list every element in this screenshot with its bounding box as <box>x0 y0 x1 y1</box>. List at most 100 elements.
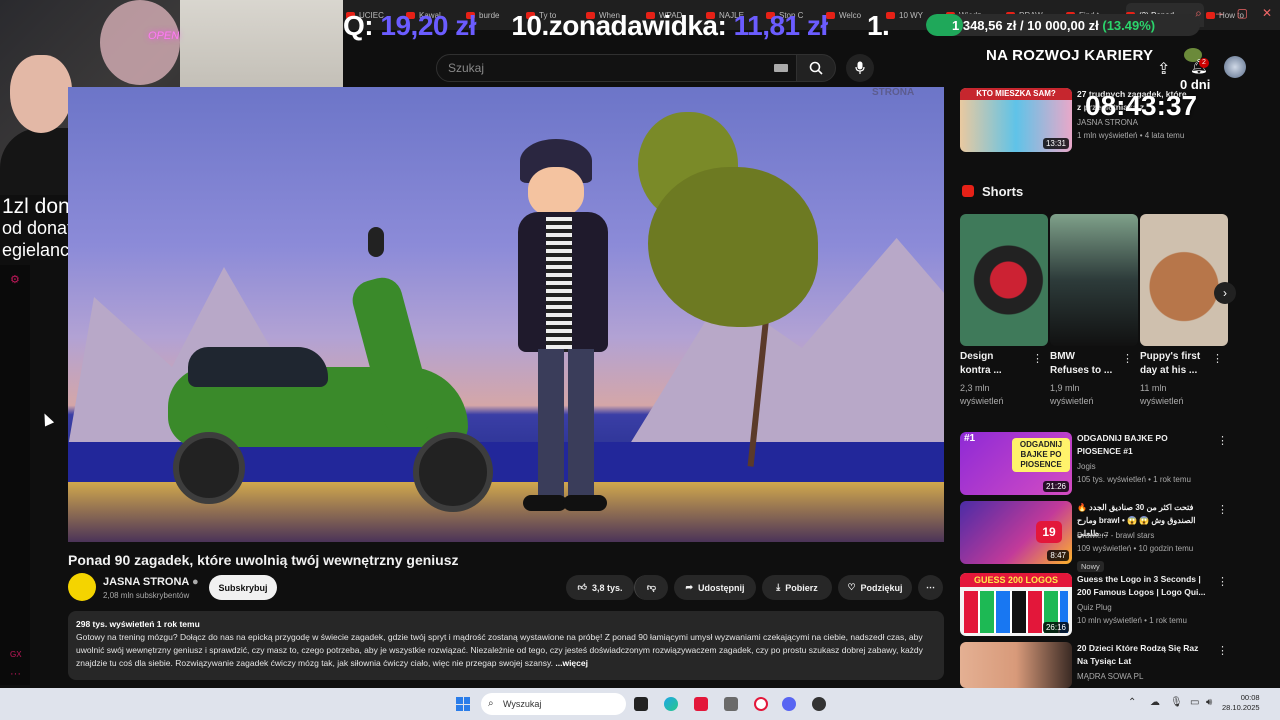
video-menu-icon-1[interactable]: ⋮ <box>1217 434 1228 447</box>
scooter-mirror <box>368 227 384 257</box>
person-leg-left <box>538 349 564 499</box>
duration: 21:26 <box>1042 481 1069 492</box>
video-menu-icon-4[interactable]: ⋮ <box>1217 644 1228 657</box>
ticker-value-2: 11,81 zł <box>733 10 829 41</box>
sidebar-title-1[interactable]: ODGADNIJ BAJKE PO PIOSENCE #1 <box>1077 432 1207 458</box>
taskbar-clock[interactable]: 00:08 28.10.2025 <box>1222 693 1260 713</box>
short-menu-icon-0[interactable]: ⋮ <box>1032 352 1043 365</box>
short-views-1: 1,9 mln wyświetleń <box>1050 383 1094 406</box>
share-label: Udostępnij <box>698 582 745 593</box>
donation-ticker: Q: 19,20 zł 10.zonadawidka: 11,81 zł 1. <box>343 10 890 42</box>
more-actions-button[interactable]: ⋯ <box>918 575 943 600</box>
sidebar-title-3[interactable]: Guess the Logo in 3 Seconds | 200 Famous… <box>1077 573 1207 599</box>
task-view-icon[interactable] <box>634 697 648 711</box>
sidebar-channel-1: Jogis <box>1077 462 1096 471</box>
sidebar-meta-1: 105 tys. wyświetleń • 1 rok temu <box>1077 475 1191 484</box>
thanks-button[interactable]: ♡ Podziękuj <box>838 575 912 600</box>
short-thumb-0[interactable] <box>960 214 1048 346</box>
person-head <box>528 167 584 217</box>
short-title-2[interactable]: Puppy's first day at his ... <box>1140 350 1206 378</box>
thumbs-up-icon: 👍︎ <box>577 582 587 592</box>
download-icon: ⤓ <box>776 582 781 592</box>
search-icon: ⌕ <box>488 698 494 709</box>
account-avatar[interactable] <box>1224 56 1246 78</box>
goal-amount: 1 348,56 zł / 10 000,00 zł <box>952 18 1099 33</box>
show-more-link[interactable]: ...więcej <box>555 658 588 668</box>
thumb-label: KTO MIESZKA SAM? <box>960 88 1072 100</box>
sidebar-thumb-3[interactable]: GUESS 200 LOGOS 26:16 <box>960 573 1072 636</box>
subscribe-button[interactable]: Subskrybuj <box>209 575 277 600</box>
tray-chevron-icon[interactable]: ⌃ <box>1128 697 1136 708</box>
maximize-icon[interactable]: ▢ <box>1237 6 1248 21</box>
thanks-icon: ♡ <box>847 582 856 592</box>
cloud-icon[interactable]: ☁ <box>1150 697 1160 708</box>
sidebar-thumb-1[interactable]: #1 ODGADNIJ BAJKE PO PIOSENCE 21:26 <box>960 432 1072 495</box>
tab-label: 10 WY <box>899 10 924 20</box>
sidebar-meta-0: 1 mln wyświetleń • 4 lata temu <box>1077 131 1185 140</box>
taskbar-time: 00:08 <box>1240 693 1260 702</box>
video-player[interactable]: STRONA <box>68 87 944 542</box>
goal-percent: (13.49%) <box>1102 18 1156 33</box>
sidebar-thumb-4[interactable] <box>960 642 1072 688</box>
channel-name-text[interactable]: JASNA STRONA <box>103 576 189 588</box>
display-icon[interactable]: ▭ <box>1190 697 1199 708</box>
short-menu-icon-2[interactable]: ⋮ <box>1212 352 1223 365</box>
views-date: 298 tys. wyświetleń 1 rok temu <box>76 619 200 629</box>
volume-icon[interactable]: 🔊︎ <box>1206 697 1212 708</box>
minimize-icon[interactable]: – <box>1216 6 1223 21</box>
download-button[interactable]: ⤓ Pobierz <box>762 575 832 600</box>
like-button[interactable]: 👍︎ 3,8 tys. <box>566 575 634 600</box>
short-thumb-2[interactable] <box>1140 214 1228 346</box>
chevron-right-icon[interactable]: › <box>1214 282 1236 304</box>
more-icon: ⋯ <box>926 582 935 592</box>
sidebar-badge-wrap: Nowy <box>1077 556 1104 574</box>
short-views-0: 2,3 mln wyświetleń <box>960 383 1004 406</box>
share-button[interactable]: ➦ Udostępnij <box>674 575 756 600</box>
dislike-button[interactable]: 👎︎ <box>634 575 668 600</box>
edge-icon[interactable] <box>664 697 678 711</box>
channel-name[interactable]: JASNA STRONA ● <box>103 576 199 588</box>
neon-sign: OPEN <box>148 30 180 42</box>
ticker-value-1: 19,20 zł <box>380 10 477 41</box>
ticker-prefix: Q: <box>343 10 381 41</box>
discord-icon[interactable] <box>782 697 796 711</box>
opera-icon[interactable] <box>754 697 768 711</box>
search-input[interactable] <box>436 54 798 82</box>
channel-avatar[interactable] <box>68 573 96 601</box>
gear-icon[interactable]: ⚙ <box>10 273 20 286</box>
sidebar-thumb-0[interactable]: KTO MIESZKA SAM? 13:31 <box>960 88 1072 152</box>
mic-tray-icon[interactable]: 🎙︎ <box>1170 697 1183 708</box>
verified-icon: ● <box>192 576 199 588</box>
short-thumb-1[interactable] <box>1050 214 1138 346</box>
person-shoe-left <box>523 495 567 511</box>
taskbar-search-label: Wyszukaj <box>503 699 542 709</box>
short-title-0[interactable]: Design kontra ... <box>960 350 1026 378</box>
youtube-icon[interactable] <box>694 697 708 711</box>
tree-crown-bottom <box>648 167 818 327</box>
more-icon[interactable]: ··· <box>10 668 21 680</box>
description-box[interactable]: 298 tys. wyświetleń 1 rok temu Gotowy na… <box>68 611 944 680</box>
person-shoe-right <box>563 495 607 511</box>
sidebar-channel-2: Brawler7 - brawl stars <box>1077 531 1155 540</box>
career-banner: NA ROZWOJ KARIERY <box>986 47 1154 64</box>
sidebar-title-4[interactable]: 20 Dzieci Które Rodzą Się Raz Na Tysiąc … <box>1077 642 1207 668</box>
video-menu-icon-3[interactable]: ⋮ <box>1217 575 1228 588</box>
voice-search-button[interactable] <box>846 54 874 82</box>
search-button[interactable] <box>796 54 836 82</box>
left-gutter <box>0 265 30 685</box>
snipping-tool-icon[interactable] <box>724 697 738 711</box>
ticker-label: 10.zonadawidka: <box>511 10 734 41</box>
sidebar-thumb-2[interactable]: 19 8:47 <box>960 501 1072 564</box>
video-menu-icon-2[interactable]: ⋮ <box>1217 503 1228 516</box>
keyboard-icon[interactable] <box>774 64 788 72</box>
scooter-rear-wheel <box>173 432 245 504</box>
thumb-label: 19 <box>1036 521 1062 543</box>
stream-clock: 08:43:37 <box>1085 90 1198 121</box>
upload-icon[interactable]: ⇪ <box>1157 59 1170 79</box>
windows-start-icon[interactable] <box>456 697 470 711</box>
short-menu-icon-1[interactable]: ⋮ <box>1122 352 1133 365</box>
close-icon[interactable]: ✕ <box>1262 6 1272 21</box>
short-title-1[interactable]: BMW Refuses to ... <box>1050 350 1116 378</box>
shorts-icon <box>962 185 974 197</box>
obs-icon[interactable] <box>812 697 826 711</box>
